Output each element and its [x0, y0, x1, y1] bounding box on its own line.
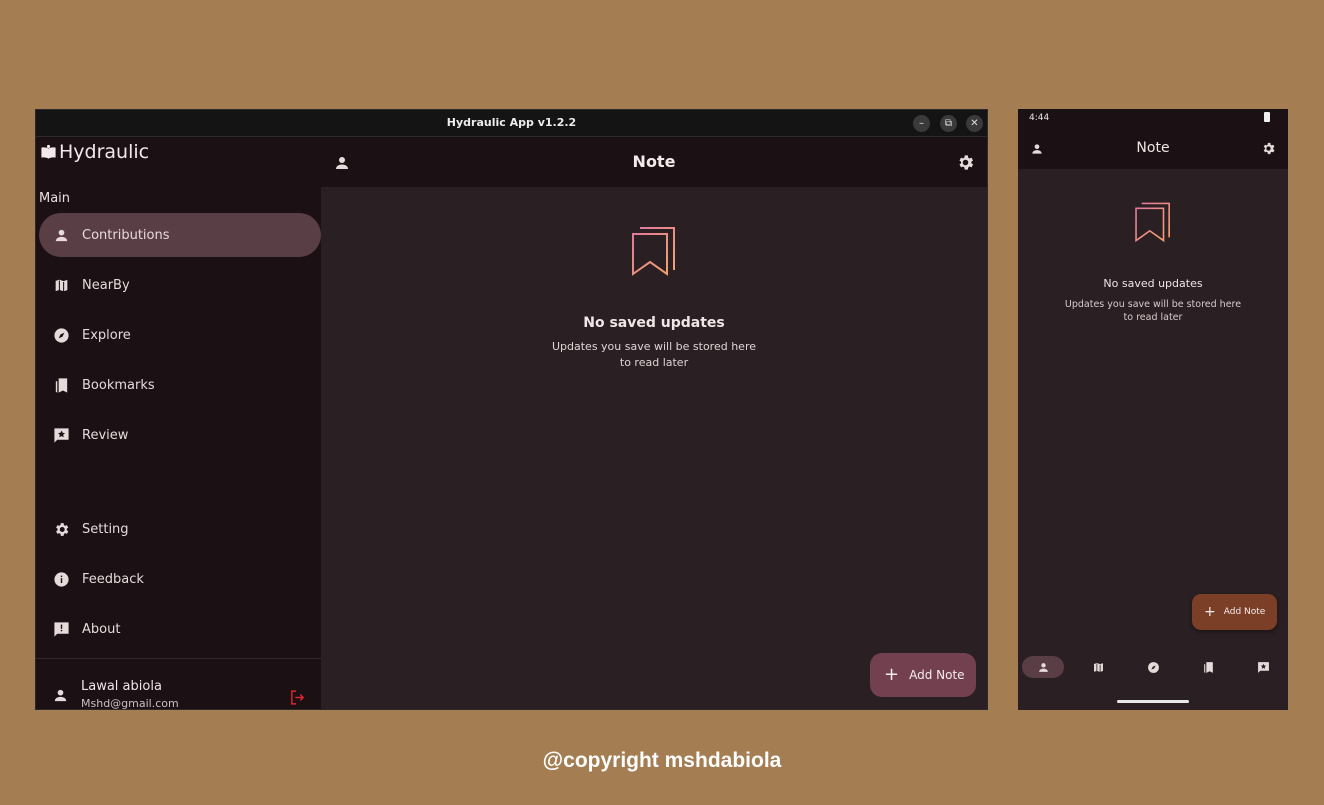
app-brand: Hydraulic	[40, 141, 149, 163]
status-bar: 4:44	[1018, 109, 1288, 129]
logout-icon[interactable]	[289, 689, 306, 706]
settings-gear-icon[interactable]	[1261, 141, 1276, 156]
phone-top-app-bar: Note	[1018, 129, 1288, 169]
close-button[interactable]: ✕	[966, 115, 983, 132]
copyright-text: @copyright mshdabiola	[542, 749, 782, 772]
person-icon	[54, 689, 67, 702]
bottom-nav-contributions[interactable]	[1022, 656, 1064, 678]
phone-empty-title: No saved updates	[1103, 277, 1203, 290]
bottom-nav-review[interactable]	[1242, 656, 1284, 678]
empty-title: No saved updates	[583, 315, 725, 331]
sidebar-item-setting[interactable]: Setting	[39, 507, 321, 551]
sidebar-item-nearby[interactable]: NearBy	[39, 263, 321, 307]
brand-name: Hydraulic	[59, 141, 150, 163]
phone-add-note-button[interactable]: + Add Note	[1192, 594, 1277, 630]
rate-review-icon	[54, 427, 69, 443]
map-icon	[1092, 661, 1104, 673]
sidebar-item-label: Contributions	[82, 227, 170, 243]
add-note-label: Add Note	[909, 668, 965, 682]
info-icon	[54, 571, 69, 587]
sidebar-divider	[36, 658, 321, 659]
bottom-nav-nearby[interactable]	[1077, 656, 1119, 678]
sidebar-item-label: NearBy	[82, 277, 130, 293]
sidebar-item-explore[interactable]: Explore	[39, 313, 321, 357]
sidebar-item-review[interactable]: Review	[39, 413, 321, 457]
user-email: Mshd@gmail.com	[81, 697, 179, 710]
bottom-nav-explore[interactable]	[1132, 656, 1174, 678]
compass-icon	[54, 327, 69, 343]
sidebar-item-label: Review	[82, 427, 129, 443]
sidebar-item-label: Feedback	[82, 571, 144, 587]
desktop-window: Hydraulic App v1.2.2 – ⧉ ✕ Hydraulic Mai…	[35, 109, 988, 710]
sidebar-item-label: Setting	[82, 521, 129, 537]
plus-icon: +	[1204, 604, 1216, 620]
status-time: 4:44	[1029, 113, 1050, 123]
phone-empty-state: No saved updates Updates you save will b…	[1018, 201, 1288, 324]
sidebar-item-feedback[interactable]: Feedback	[39, 557, 321, 601]
sidebar-item-contributions[interactable]: Contributions	[39, 213, 321, 257]
sidebar-item-label: Bookmarks	[82, 377, 155, 393]
phone-screen: 4:44 Note No saved updates Updates you s…	[1018, 109, 1288, 710]
bottom-nav-bookmarks[interactable]	[1187, 656, 1229, 678]
phone-empty-description: Updates you save will be stored here to …	[1064, 299, 1242, 323]
person-icon	[1038, 662, 1048, 672]
feedback-icon	[54, 621, 69, 637]
map-icon	[54, 277, 69, 293]
gear-icon	[56, 522, 69, 536]
bookmarks-icon	[55, 377, 68, 393]
empty-description: Updates you save will be stored here to …	[551, 340, 756, 369]
compass-icon	[1147, 661, 1159, 673]
battery-icon	[1264, 112, 1270, 122]
top-app-bar: Note	[321, 137, 987, 187]
add-note-button[interactable]: + Add Note	[870, 653, 976, 697]
bookmark-empty-icon	[632, 227, 675, 276]
user-profile[interactable]: Lawal abiola Mshd@gmail.com	[36, 669, 321, 710]
title-bar: Hydraulic App v1.2.2 – ⧉ ✕	[36, 110, 987, 137]
section-label-main: Main	[39, 191, 71, 206]
gesture-handle[interactable]	[1117, 700, 1189, 703]
phone-add-note-label: Add Note	[1223, 607, 1266, 617]
phone-page-title: Note	[1136, 140, 1170, 156]
sidebar-item-about[interactable]: About	[39, 607, 321, 651]
window-title: Hydraulic App v1.2.2	[446, 116, 577, 129]
sidebar: Hydraulic Main Contributions NearBy Expl…	[36, 137, 321, 709]
rate-review-icon	[1257, 661, 1269, 673]
plus-icon: +	[884, 664, 900, 685]
empty-state: No saved updates Updates you save will b…	[321, 225, 987, 371]
sidebar-item-bookmarks[interactable]: Bookmarks	[39, 363, 321, 407]
bookmarks-icon	[1203, 661, 1213, 673]
minimize-button[interactable]: –	[913, 115, 930, 132]
book-logo-icon	[41, 144, 56, 159]
page-title: Note	[632, 152, 676, 171]
sidebar-item-label: Explore	[82, 327, 131, 343]
sidebar-item-label: About	[82, 621, 121, 637]
bookmark-empty-icon	[1135, 202, 1170, 243]
person-icon	[55, 229, 68, 241]
settings-gear-icon[interactable]	[956, 153, 975, 172]
main-content: Note No saved updates Updates you save w…	[321, 137, 987, 709]
restore-button[interactable]: ⧉	[940, 115, 957, 132]
user-name: Lawal abiola	[81, 679, 162, 694]
